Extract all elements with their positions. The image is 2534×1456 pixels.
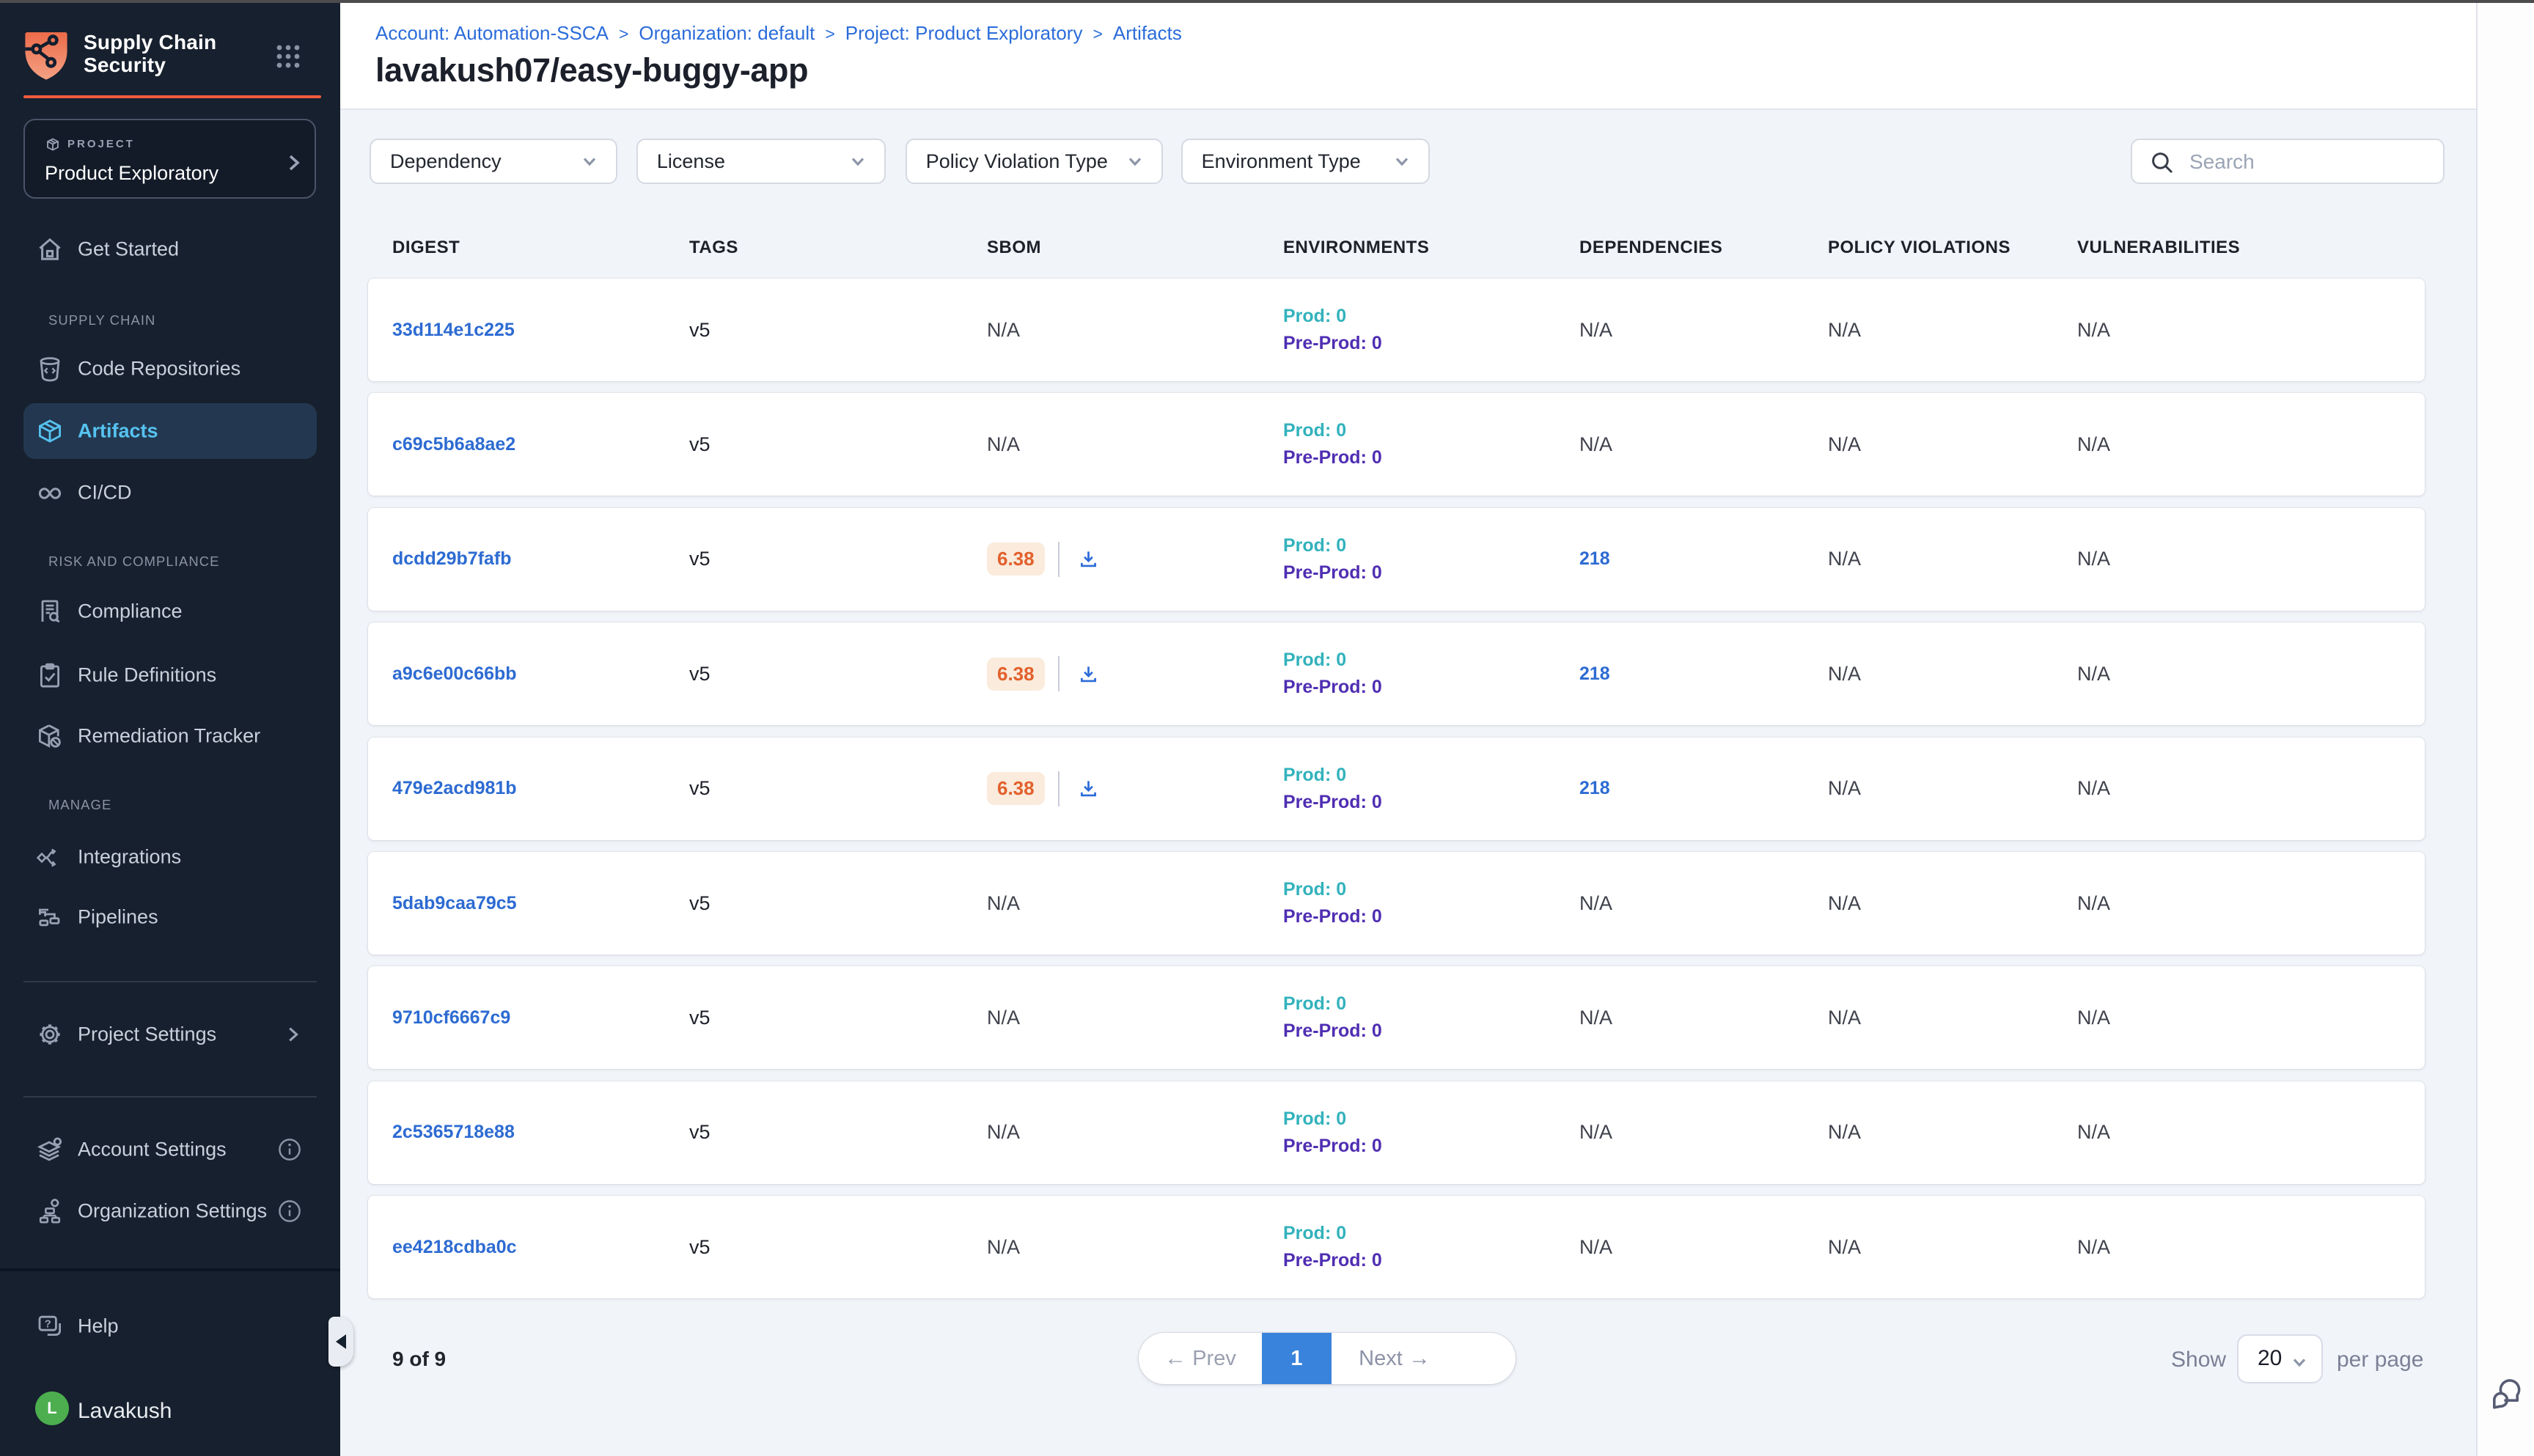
svg-text:?: ? — [45, 1317, 51, 1330]
